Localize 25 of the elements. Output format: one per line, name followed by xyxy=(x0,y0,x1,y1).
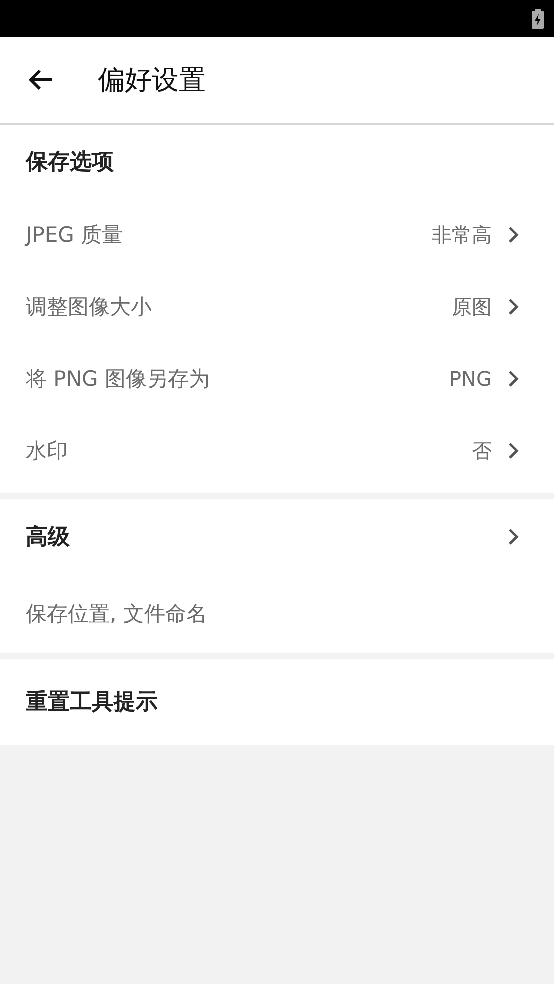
setting-label: JPEG 质量 xyxy=(26,222,124,249)
setting-label: 将 PNG 图像另存为 xyxy=(26,366,210,393)
section-title: 保存选项 xyxy=(26,149,114,177)
setting-value: 原图 xyxy=(452,294,492,320)
back-arrow-icon[interactable] xyxy=(28,69,54,91)
settings-row[interactable]: JPEG 质量 非常高 xyxy=(0,199,554,271)
chevron-right-icon xyxy=(508,370,520,388)
chevron-right-icon xyxy=(508,528,520,546)
setting-label: 调整图像大小 xyxy=(26,294,152,321)
section-title: 高级 xyxy=(26,524,70,552)
section-subtitle: 保存位置, 文件命名 xyxy=(26,601,208,628)
chevron-right-icon xyxy=(508,226,520,244)
battery-icon xyxy=(532,8,544,28)
setting-value: 否 xyxy=(472,438,492,464)
settings-row[interactable]: 调整图像大小 原图 xyxy=(0,271,554,343)
settings-row[interactable]: 水印 否 xyxy=(0,415,554,487)
page-title: 偏好设置 xyxy=(98,64,206,98)
setting-value: 非常高 xyxy=(432,222,492,248)
setting-value: PNG xyxy=(449,367,492,391)
reset-tips-item[interactable]: 重置工具提示 xyxy=(26,687,158,717)
setting-label: 水印 xyxy=(26,438,68,465)
chevron-right-icon xyxy=(508,298,520,316)
settings-row[interactable]: 将 PNG 图像另存为 PNG xyxy=(0,343,554,415)
advanced-item[interactable]: 高级 保存位置, 文件命名 xyxy=(0,499,554,653)
chevron-right-icon xyxy=(508,442,520,460)
